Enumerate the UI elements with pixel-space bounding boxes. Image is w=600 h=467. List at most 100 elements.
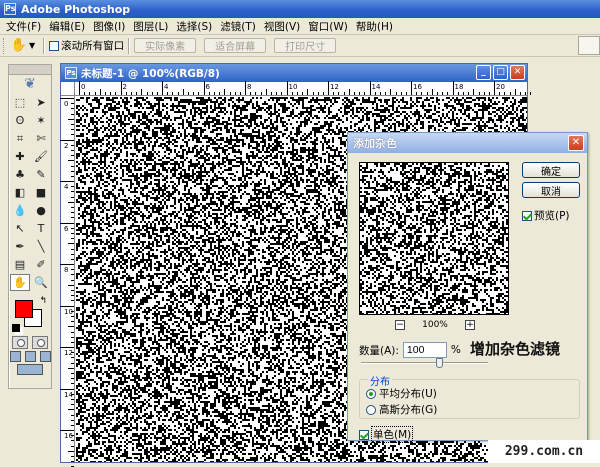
quick-mask-button[interactable] — [32, 336, 48, 349]
brush-icon[interactable]: 🖌 — [31, 148, 51, 165]
foreground-color-swatch[interactable] — [15, 300, 33, 318]
scroll-all-windows-box[interactable] — [49, 40, 60, 51]
lasso-icon[interactable]: ʘ — [10, 112, 30, 129]
eraser-icon[interactable]: ◧ — [10, 184, 30, 201]
ruler-tick — [468, 92, 470, 95]
pen-icon[interactable]: ✒ — [10, 238, 30, 255]
history-brush-icon[interactable]: ✎ — [31, 166, 51, 183]
scroll-all-windows-checkbox[interactable]: 滚动所有窗口 — [49, 38, 124, 53]
actual-pixels-button[interactable]: 实际像素 — [134, 38, 197, 53]
ruler-tick — [71, 456, 74, 457]
palette-well[interactable] — [578, 36, 600, 55]
menu-select[interactable]: 选择(S) — [172, 19, 216, 34]
line-icon[interactable]: ╲ — [31, 238, 51, 255]
ruler-tick — [71, 227, 74, 229]
swap-colors-icon[interactable]: ↰ — [39, 296, 47, 306]
move-icon[interactable]: ➤ — [31, 94, 51, 111]
ruler-tick — [431, 89, 433, 95]
ruler-tick — [71, 217, 74, 219]
menu-view[interactable]: 视图(V) — [260, 19, 304, 34]
vertical-ruler[interactable]: 0 2 4 6 8 10 12 14 16 — [60, 96, 75, 467]
filter-preview[interactable] — [359, 162, 509, 315]
menu-edit[interactable]: 编辑(E) — [45, 19, 89, 34]
amount-slider-thumb[interactable] — [436, 358, 443, 368]
ruler-tick — [79, 81, 80, 95]
preview-checkbox[interactable]: 预览(P) — [522, 208, 570, 223]
type-icon[interactable]: T — [31, 220, 51, 237]
notes-icon[interactable]: ▤ — [10, 256, 30, 273]
menu-filter[interactable]: 滤镜(T) — [216, 19, 260, 34]
healing-brush-icon[interactable]: ✚ — [10, 148, 30, 165]
feather-logo-icon[interactable]: ❦ — [9, 75, 51, 93]
full-screen-button[interactable] — [39, 351, 51, 362]
ruler-tick — [447, 92, 449, 95]
ruler-tick — [89, 92, 91, 95]
ruler-left-label: 6 — [64, 224, 69, 233]
preview-checkbox-box[interactable] — [522, 210, 532, 221]
dialog-close-icon[interactable]: ✕ — [568, 135, 584, 151]
path-selection-icon[interactable]: ↖ — [10, 220, 30, 237]
uniform-radio[interactable]: 平均分布(U) — [366, 386, 437, 401]
dodge-icon[interactable]: ● — [31, 202, 51, 219]
zoom-in-icon[interactable]: + — [464, 320, 475, 330]
ruler-tick — [141, 89, 143, 95]
close-icon[interactable]: ✕ — [510, 65, 525, 80]
eyedropper-icon[interactable]: ✐ — [31, 256, 51, 273]
jump-to-imageready-button[interactable] — [17, 364, 43, 375]
menu-image[interactable]: 图像(I) — [89, 19, 129, 34]
gaussian-radio[interactable]: 高斯分布(G) — [366, 402, 437, 417]
site-watermark: 299.com.cn — [488, 440, 600, 463]
standard-screen-button[interactable] — [9, 351, 21, 362]
clone-stamp-icon[interactable]: ♣ — [10, 166, 30, 183]
ok-button[interactable]: 确定 — [522, 162, 580, 178]
cancel-button[interactable]: 取消 — [522, 182, 580, 198]
gaussian-radio-dot[interactable] — [366, 404, 376, 415]
full-screen-menu-button[interactable] — [24, 351, 36, 362]
hand-icon[interactable]: ✋ — [10, 274, 30, 291]
hand-tool-icon[interactable]: ✋ — [9, 38, 29, 54]
document-title-bar[interactable]: Ps 未标题-1 @ 100%(RGB/8) _ □ ✕ — [61, 64, 527, 82]
magic-wand-icon[interactable]: ✶ — [31, 112, 51, 129]
fit-screen-button[interactable]: 适合屏幕 — [204, 38, 267, 53]
ruler-top-label: 20 — [496, 83, 505, 91]
preview-zoom-row: − 100% + — [395, 319, 475, 331]
marquee-icon[interactable]: ⬚ — [10, 94, 30, 111]
ruler-tick — [71, 398, 74, 400]
ruler-tick — [71, 124, 74, 125]
options-grip[interactable] — [3, 37, 6, 54]
monochromatic-checkbox-box[interactable] — [359, 429, 369, 440]
ruler-tick — [60, 98, 74, 99]
preview-noise — [360, 163, 508, 314]
standard-mode-button[interactable] — [12, 336, 28, 349]
maximize-icon[interactable]: □ — [493, 65, 508, 80]
ruler-origin[interactable] — [61, 82, 75, 96]
menu-layer[interactable]: 图层(L) — [129, 19, 172, 34]
dialog-title-bar[interactable]: 添加杂色 — [348, 133, 587, 153]
menu-help[interactable]: 帮助(H) — [352, 19, 397, 34]
ruler-tick — [71, 175, 74, 177]
minimize-icon[interactable]: _ — [476, 65, 491, 80]
ruler-tick — [239, 92, 241, 95]
monochromatic-checkbox[interactable]: 单色(M) — [359, 426, 414, 443]
slice-icon[interactable]: ✄ — [31, 130, 51, 147]
gradient-icon[interactable]: ■ — [31, 184, 51, 201]
toolbox-header[interactable] — [9, 65, 51, 75]
crop-icon[interactable]: ⌗ — [10, 130, 30, 147]
menu-window[interactable]: 窗口(W) — [304, 19, 352, 34]
amount-input[interactable] — [402, 342, 447, 358]
horizontal-ruler[interactable]: 0 2 4 6 8 10 12 14 16 18 20 — [75, 81, 532, 96]
tool-preset-dropdown-icon[interactable]: ▼ — [29, 41, 35, 50]
amount-slider-track[interactable] — [361, 362, 488, 364]
print-size-button[interactable]: 打印尺寸 — [274, 38, 337, 53]
zoom-out-icon[interactable]: − — [395, 320, 405, 330]
ruler-tick — [71, 414, 74, 416]
app-title: Adobe Photoshop — [21, 2, 131, 16]
ruler-top-label: 8 — [247, 83, 252, 91]
default-colors-icon[interactable] — [12, 324, 20, 332]
ruler-tick — [136, 92, 138, 95]
uniform-radio-dot[interactable] — [366, 388, 376, 399]
ruler-tick — [369, 81, 371, 95]
blur-icon[interactable]: 💧 — [10, 202, 30, 219]
menu-file[interactable]: 文件(F) — [2, 19, 45, 34]
zoom-icon[interactable]: 🔍 — [31, 274, 51, 291]
